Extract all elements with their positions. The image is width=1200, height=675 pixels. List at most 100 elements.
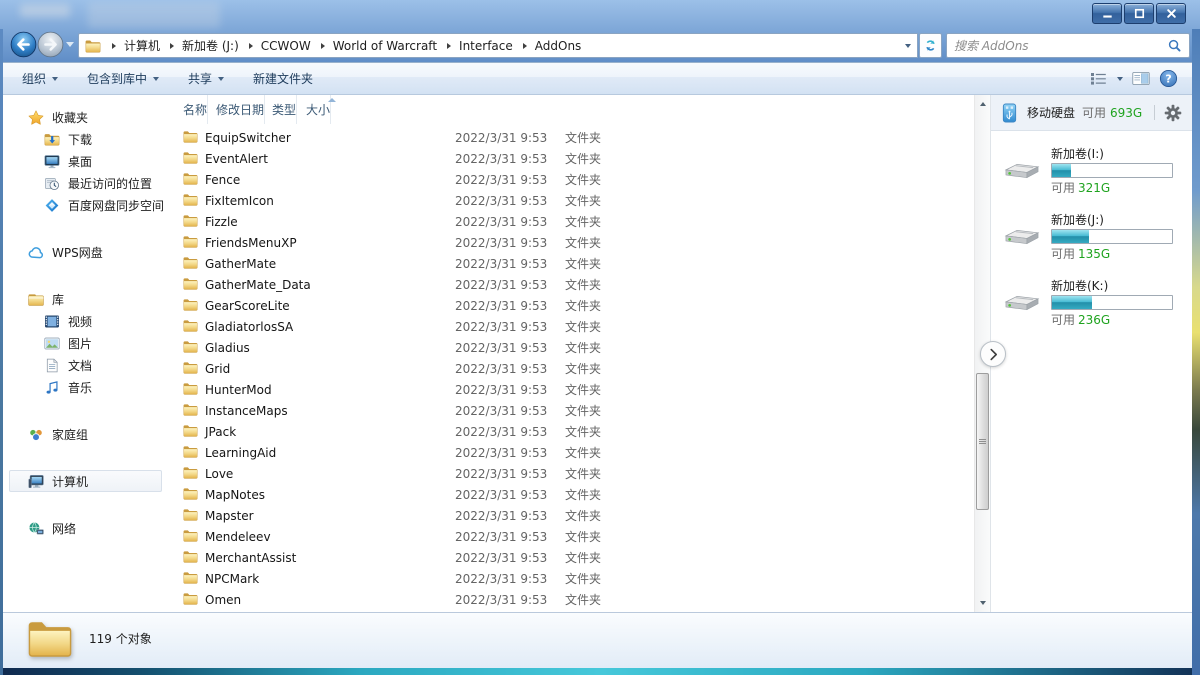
drive-item[interactable]: 新加卷(K:) 可用236G	[999, 277, 1186, 330]
window-border-left	[0, 29, 3, 675]
folder-icon	[183, 382, 198, 398]
file-row[interactable]: NPCMark 2022/3/31 9:53 文件夹	[168, 568, 974, 589]
breadcrumb-item[interactable]: 计算机	[103, 34, 161, 57]
back-button[interactable]	[10, 31, 37, 58]
folder-icon	[183, 445, 198, 461]
breadcrumb-item[interactable]: Interface	[438, 34, 514, 57]
scroll-up-button[interactable]	[975, 96, 990, 112]
gear-icon[interactable]	[1164, 104, 1182, 122]
sidebar-item[interactable]: 计算机	[9, 470, 162, 492]
sidebar-item[interactable]: 收藏夹	[9, 106, 162, 128]
file-row[interactable]: GladiatorlosSA 2022/3/31 9:53 文件夹	[168, 316, 974, 337]
videos-icon	[43, 313, 61, 329]
file-row[interactable]: Mapster 2022/3/31 9:53 文件夹	[168, 505, 974, 526]
file-row[interactable]: InstanceMaps 2022/3/31 9:53 文件夹	[168, 400, 974, 421]
usb-drive-icon	[1001, 102, 1018, 124]
refresh-button[interactable]	[919, 33, 942, 58]
address-dropdown-button[interactable]	[899, 44, 917, 48]
file-row[interactable]: Fizzle 2022/3/31 9:53 文件夹	[168, 211, 974, 232]
column-header[interactable]: 大小	[297, 95, 331, 124]
scroll-down-button[interactable]	[975, 595, 990, 611]
available-value: 693G	[1110, 106, 1142, 120]
view-dropdown-button[interactable]	[1117, 77, 1123, 81]
folder-icon	[183, 277, 198, 293]
file-row[interactable]: FixItemIcon 2022/3/31 9:53 文件夹	[168, 190, 974, 211]
close-button[interactable]	[1156, 3, 1186, 24]
collapse-panel-button[interactable]	[980, 341, 1006, 367]
folder-icon	[183, 214, 198, 230]
file-row[interactable]: FriendsMenuXP 2022/3/31 9:53 文件夹	[168, 232, 974, 253]
breadcrumb-separator-icon	[321, 43, 325, 49]
folder-icon	[183, 571, 198, 587]
breadcrumb-item[interactable]: CCWOW	[240, 34, 312, 57]
sidebar-item[interactable]: 库	[9, 288, 162, 310]
file-row[interactable]: HunterMod 2022/3/31 9:53 文件夹	[168, 379, 974, 400]
sidebar-item[interactable]: 音乐	[9, 376, 162, 398]
caption-buttons	[1092, 3, 1186, 24]
folder-icon	[183, 529, 198, 545]
file-row[interactable]: Omen 2022/3/31 9:53 文件夹	[168, 589, 974, 610]
file-row[interactable]: Mendeleev 2022/3/31 9:53 文件夹	[168, 526, 974, 547]
sidebar-item[interactable]: 百度网盘同步空间	[9, 194, 162, 216]
file-row[interactable]: MapNotes 2022/3/31 9:53 文件夹	[168, 484, 974, 505]
sidebar-item[interactable]: WPS网盘	[9, 241, 162, 263]
breadcrumb-separator-icon	[170, 43, 174, 49]
folder-icon	[85, 39, 101, 53]
file-row[interactable]: MerchantAssist 2022/3/31 9:53 文件夹	[168, 547, 974, 568]
file-row[interactable]: Gladius 2022/3/31 9:53 文件夹	[168, 337, 974, 358]
address-bar[interactable]: 计算机新加卷 (J:)CCWOWWorld of WarcraftInterfa…	[78, 33, 918, 58]
maximize-button[interactable]	[1124, 3, 1154, 24]
toolbar-button[interactable]: 共享	[183, 67, 229, 90]
blurred-watermark	[20, 4, 70, 17]
folder-icon	[183, 151, 198, 167]
file-row[interactable]: EquipSwitcher 2022/3/31 9:53 文件夹	[168, 127, 974, 148]
details-pane: 移动硬盘 可用 693G 新加卷(I:) 可用321G	[990, 95, 1192, 612]
history-dropdown-icon[interactable]	[66, 42, 74, 47]
help-button[interactable]: ?	[1159, 69, 1178, 88]
column-header[interactable]: 修改日期	[208, 95, 265, 124]
search-icon[interactable]	[1167, 38, 1182, 53]
file-row[interactable]: Grid 2022/3/31 9:53 文件夹	[168, 358, 974, 379]
file-row[interactable]: GatherMate_Data 2022/3/31 9:53 文件夹	[168, 274, 974, 295]
file-row[interactable]: Love 2022/3/31 9:53 文件夹	[168, 463, 974, 484]
capacity-bar	[1051, 295, 1173, 310]
scrollbar-thumb[interactable]	[976, 373, 989, 510]
sidebar-item[interactable]: 最近访问的位置	[9, 172, 162, 194]
preview-pane-button[interactable]	[1132, 71, 1150, 86]
search-input[interactable]: 搜索 AddOns	[946, 33, 1190, 58]
column-header[interactable]: 类型	[265, 95, 297, 124]
blurred-watermark	[88, 2, 220, 28]
toolbar-button[interactable]: 组织	[17, 67, 63, 90]
file-row[interactable]: LearningAid 2022/3/31 9:53 文件夹	[168, 442, 974, 463]
toolbar-button[interactable]: 包含到库中	[82, 67, 164, 90]
sidebar-item[interactable]: 网络	[9, 517, 162, 539]
folder-icon	[183, 172, 198, 188]
file-row[interactable]: Fence 2022/3/31 9:53 文件夹	[168, 169, 974, 190]
drive-item[interactable]: 新加卷(J:) 可用135G	[999, 211, 1186, 264]
file-row[interactable]: GatherMate 2022/3/31 9:53 文件夹	[168, 253, 974, 274]
network-icon	[27, 520, 45, 536]
sidebar-item[interactable]: 桌面	[9, 150, 162, 172]
sidebar-item[interactable]: 图片	[9, 332, 162, 354]
drive-item[interactable]: 新加卷(I:) 可用321G	[999, 145, 1186, 198]
toolbar-button[interactable]: 新建文件夹	[248, 67, 318, 90]
sidebar-item[interactable]: 视频	[9, 310, 162, 332]
breadcrumb-item[interactable]: 新加卷 (J:)	[161, 34, 240, 57]
file-row[interactable]: JPack 2022/3/31 9:53 文件夹	[168, 421, 974, 442]
available-label: 可用	[1082, 104, 1106, 121]
navigation-row: 计算机新加卷 (J:)CCWOWWorld of WarcraftInterfa…	[0, 29, 1200, 62]
file-row[interactable]: GearScoreLite 2022/3/31 9:53 文件夹	[168, 295, 974, 316]
drive-name: 新加卷(J:)	[1051, 211, 1186, 229]
forward-button[interactable]	[37, 31, 64, 58]
change-view-button[interactable]	[1090, 71, 1108, 86]
grip-icon	[979, 441, 986, 442]
column-header[interactable]: 名称	[168, 95, 208, 124]
sidebar-item[interactable]: 下载	[9, 128, 162, 150]
file-row[interactable]: EventAlert 2022/3/31 9:53 文件夹	[168, 148, 974, 169]
breadcrumb-item[interactable]: World of Warcraft	[312, 34, 438, 57]
breadcrumb-item[interactable]: AddOns	[514, 34, 583, 57]
sort-ascending-icon[interactable]	[328, 98, 336, 102]
sidebar-item[interactable]: 家庭组	[9, 423, 162, 445]
sidebar-item[interactable]: 文档	[9, 354, 162, 376]
minimize-button[interactable]	[1092, 3, 1122, 24]
